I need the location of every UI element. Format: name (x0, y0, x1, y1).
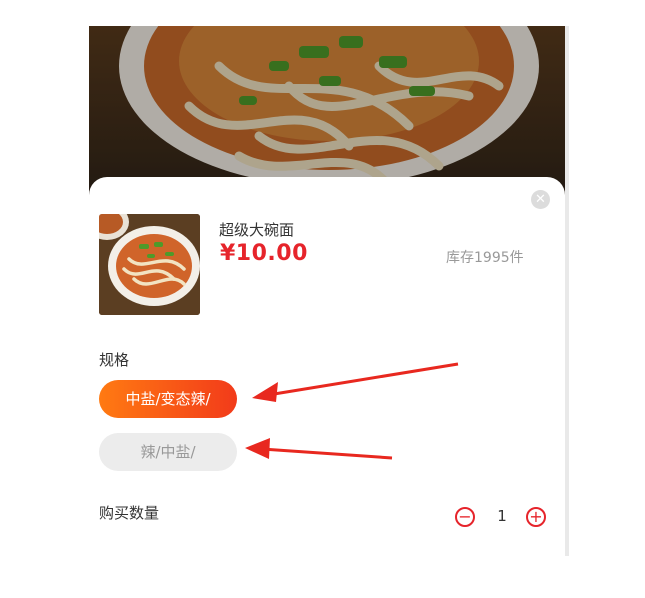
minus-circle-icon[interactable]: − (455, 507, 475, 527)
spec-option-selected[interactable]: 中盐/变态辣/ (99, 380, 237, 418)
product-name: 超级大碗面 (219, 221, 295, 239)
plus-circle-icon[interactable]: + (526, 507, 546, 527)
noodle-thumbnail-illustration (99, 214, 200, 315)
phone-viewport: ✕ 超级大碗面 ¥10.00 库存1995件 规格 中盐/变态辣/ 辣/中盐/ … (89, 26, 565, 556)
product-price: ¥10.00 (220, 241, 308, 266)
quantity-value: 1 (497, 507, 507, 525)
product-thumbnail (99, 214, 200, 315)
spec-option[interactable]: 辣/中盐/ (99, 433, 237, 471)
side-panel-edge (565, 26, 569, 556)
sku-bottom-sheet: ✕ 超级大碗面 ¥10.00 库存1995件 规格 中盐/变态辣/ 辣/中盐/ … (89, 177, 565, 556)
stock-count: 库存1995件 (446, 250, 524, 266)
close-icon[interactable]: ✕ (531, 190, 550, 209)
spec-section-label: 规格 (99, 351, 130, 369)
quantity-label: 购买数量 (99, 504, 160, 522)
